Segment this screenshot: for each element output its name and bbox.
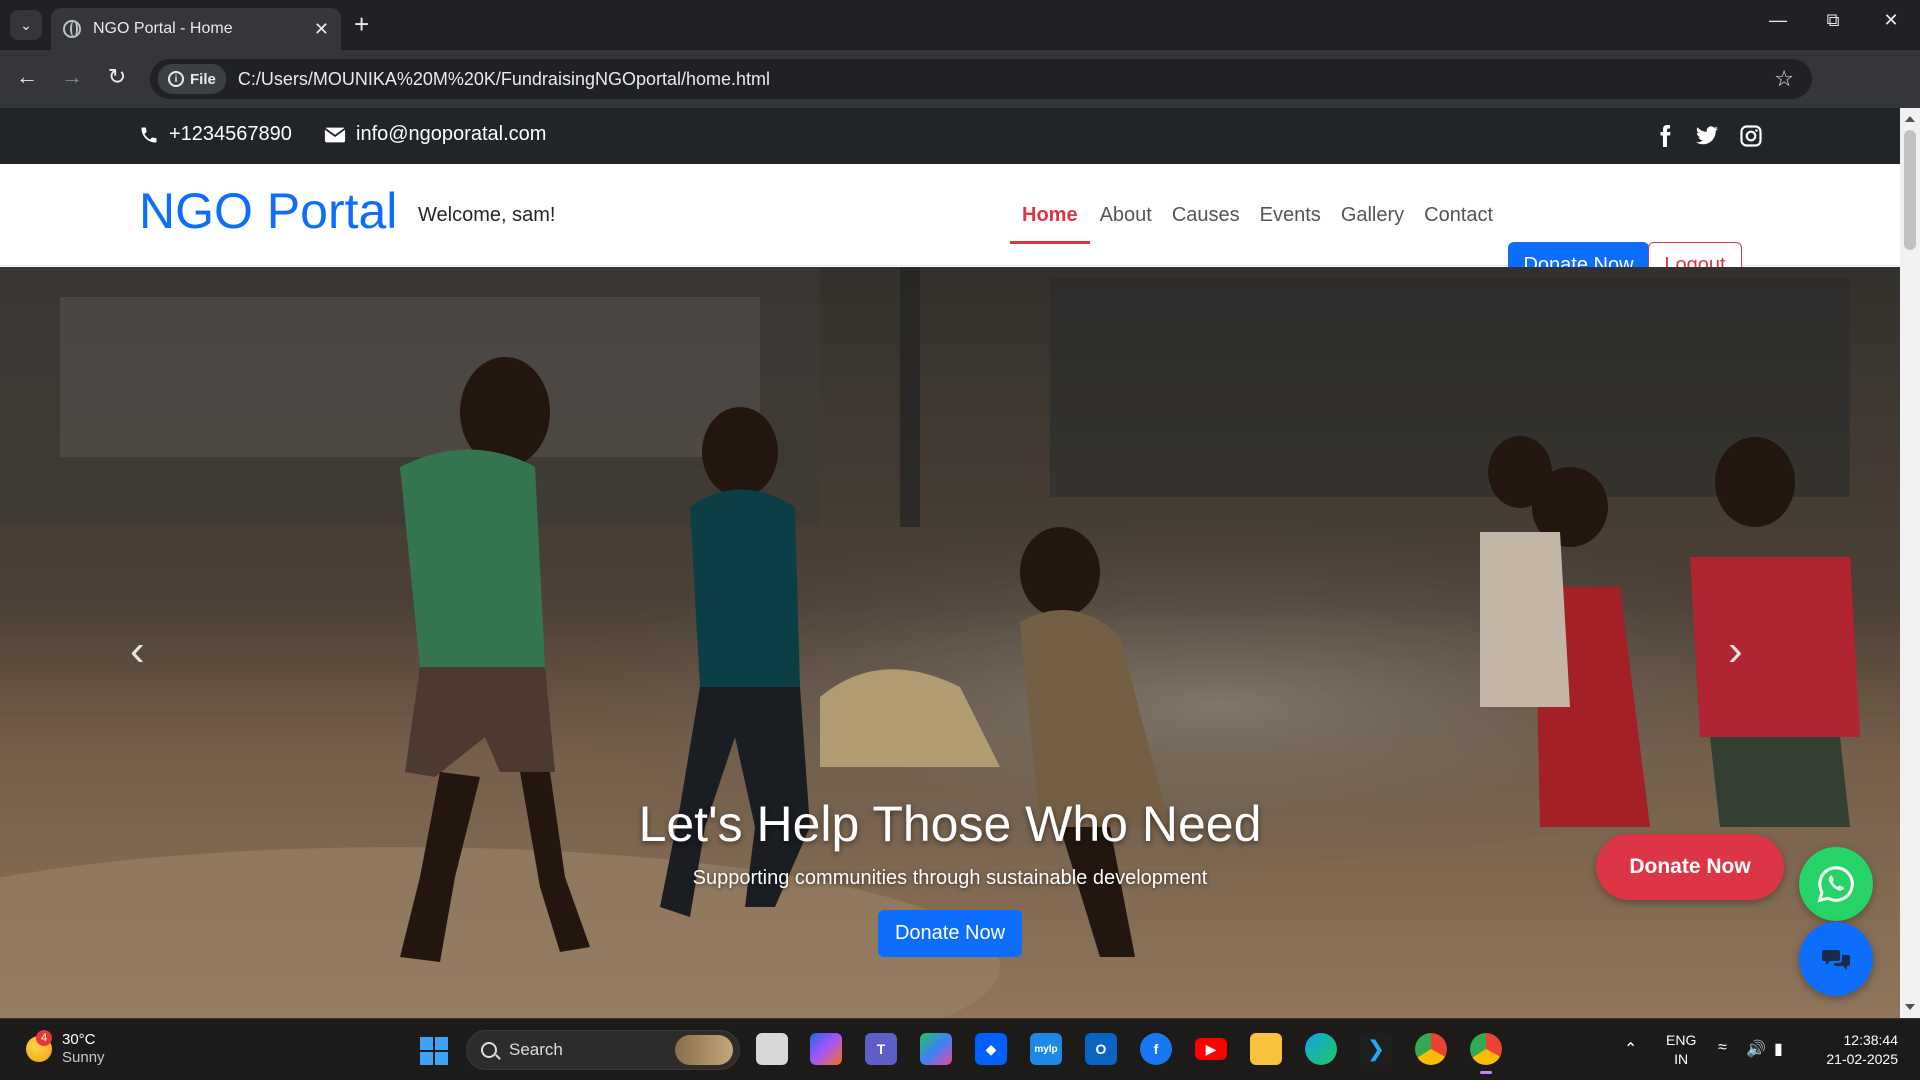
- task-view-icon[interactable]: [756, 1033, 788, 1065]
- carousel-prev-icon[interactable]: ‹: [130, 626, 145, 676]
- chat-bubbles-icon: [1822, 950, 1850, 970]
- edge-icon[interactable]: [1305, 1033, 1337, 1065]
- taskbar-search[interactable]: Search: [466, 1030, 740, 1070]
- forward-button[interactable]: →: [57, 64, 87, 90]
- tab-title: NGO Portal - Home: [93, 20, 233, 37]
- dropbox-icon[interactable]: ◆: [975, 1033, 1007, 1065]
- scroll-up-icon[interactable]: [1905, 116, 1915, 122]
- clock-time: 12:38:44: [1843, 1032, 1899, 1048]
- vscode-icon[interactable]: ❯: [1360, 1033, 1392, 1065]
- floating-donate-button[interactable]: Donate Now: [1596, 834, 1784, 900]
- chevron-up-icon[interactable]: ⌃: [1624, 1039, 1637, 1059]
- chevron-down-icon: ⌄: [20, 16, 32, 33]
- welcome-message: Welcome, sam!: [418, 204, 556, 226]
- whatsapp-button[interactable]: [1799, 847, 1873, 921]
- weather-badge: 4: [36, 1030, 52, 1046]
- search-icon: [481, 1042, 497, 1058]
- search-highlight-image: [675, 1035, 733, 1065]
- temperature: 30°C: [62, 1031, 96, 1048]
- page-viewport: +1234567890 info@ngoporatal.com NGO Port…: [0, 108, 1900, 1018]
- contact-topbar: +1234567890 info@ngoporatal.com: [0, 108, 1900, 164]
- reload-button[interactable]: ↻: [102, 64, 132, 90]
- facebook-app-icon[interactable]: f: [1140, 1033, 1172, 1065]
- tab-search-button[interactable]: ⌄: [10, 10, 42, 40]
- mylp-icon[interactable]: mylp: [1030, 1033, 1062, 1065]
- phone-icon: [141, 127, 157, 142]
- info-icon: i: [168, 71, 184, 87]
- nav-link-contact[interactable]: Contact: [1414, 190, 1503, 244]
- chat-button[interactable]: [1799, 922, 1873, 996]
- clock-date: 21-02-2025: [1826, 1051, 1898, 1067]
- weather-widget[interactable]: 4 30°C Sunny: [26, 1030, 105, 1067]
- language-code: ENG: [1666, 1032, 1697, 1048]
- teams-icon[interactable]: T: [865, 1033, 897, 1065]
- volume-icon[interactable]: 🔊: [1746, 1039, 1766, 1059]
- nav-link-home[interactable]: Home: [1010, 190, 1090, 244]
- browser-tab[interactable]: NGO Portal - Home ✕: [51, 8, 341, 50]
- clock[interactable]: 12:38:44 21-02-2025: [1814, 1031, 1898, 1069]
- page-scrollbar[interactable]: [1900, 108, 1920, 1018]
- youtube-icon[interactable]: ▶: [1195, 1038, 1227, 1060]
- weather-condition: Sunny: [62, 1049, 105, 1066]
- folder-icon[interactable]: [1250, 1033, 1282, 1065]
- microsoft-365-icon[interactable]: [920, 1033, 952, 1065]
- contact-email: info@ngoporatal.com: [324, 123, 546, 146]
- sun-icon: 4: [26, 1030, 52, 1062]
- copilot-icon[interactable]: [810, 1033, 842, 1065]
- chrome-icon[interactable]: [1470, 1033, 1502, 1074]
- instagram-icon[interactable]: [1739, 124, 1763, 148]
- back-button[interactable]: ←: [12, 64, 42, 90]
- twitter-icon[interactable]: [1695, 124, 1719, 148]
- email-address: info@ngoporatal.com: [356, 123, 547, 145]
- windows-start-icon[interactable]: [420, 1037, 448, 1065]
- close-window-button[interactable]: ✕: [1879, 10, 1903, 31]
- browser-toolbar: ← → ↻ i File C:/Users/MOUNIKA%20M%20K/Fu…: [0, 50, 1920, 137]
- scrollbar-thumb[interactable]: [1904, 130, 1916, 250]
- bookmark-star-icon[interactable]: ☆: [1774, 66, 1794, 92]
- carousel-next-icon[interactable]: ›: [1728, 626, 1743, 676]
- hero-donate-button[interactable]: Donate Now: [877, 910, 1023, 957]
- facebook-icon[interactable]: [1653, 124, 1677, 148]
- nav-link-about[interactable]: About: [1090, 190, 1162, 244]
- url-text[interactable]: C:/Users/MOUNIKA%20M%20K/FundraisingNGOp…: [238, 69, 770, 90]
- globe-icon: [63, 20, 81, 38]
- phone-number: +1234567890: [169, 123, 292, 145]
- restore-button[interactable]: ⧉: [1821, 10, 1845, 31]
- minimize-button[interactable]: —: [1766, 10, 1790, 31]
- scroll-down-icon[interactable]: [1905, 1004, 1915, 1010]
- outlook-icon[interactable]: O: [1085, 1033, 1117, 1065]
- wifi-icon[interactable]: ≈: [1718, 1039, 1727, 1057]
- nav-link-events[interactable]: Events: [1250, 190, 1331, 244]
- whatsapp-icon: [1817, 866, 1854, 903]
- new-tab-button[interactable]: +: [354, 11, 369, 37]
- nav-link-gallery[interactable]: Gallery: [1331, 190, 1414, 244]
- envelope-icon: [324, 127, 346, 142]
- region-code: IN: [1674, 1051, 1689, 1067]
- address-bar[interactable]: i File C:/Users/MOUNIKA%20M%20K/Fundrais…: [150, 59, 1812, 99]
- brand-logo[interactable]: NGO Portal: [139, 182, 397, 240]
- windows-taskbar: 4 30°C Sunny Search T ◆ mylp O f ▶ ❯ ⌃ E…: [0, 1018, 1920, 1080]
- hero-carousel: ‹ › Let's Help Those Who Need Supporting…: [0, 267, 1900, 1018]
- contact-phone: +1234567890: [139, 123, 292, 146]
- language-indicator[interactable]: ENG IN: [1666, 1031, 1696, 1069]
- taskbar-search-label: Search: [509, 1040, 563, 1059]
- browser-tab-strip: ⌄ NGO Portal - Home ✕ + — ⧉ ✕: [0, 0, 1920, 50]
- chrome-canary-icon[interactable]: [1415, 1033, 1447, 1065]
- close-tab-icon[interactable]: ✕: [314, 19, 329, 40]
- nav-links: Home About Causes Events Gallery Contact: [1010, 190, 1503, 244]
- site-info-chip[interactable]: i File: [158, 64, 226, 94]
- nav-link-causes[interactable]: Causes: [1162, 190, 1250, 244]
- battery-icon[interactable]: ▮: [1774, 1039, 1783, 1059]
- site-info-label: File: [190, 70, 216, 88]
